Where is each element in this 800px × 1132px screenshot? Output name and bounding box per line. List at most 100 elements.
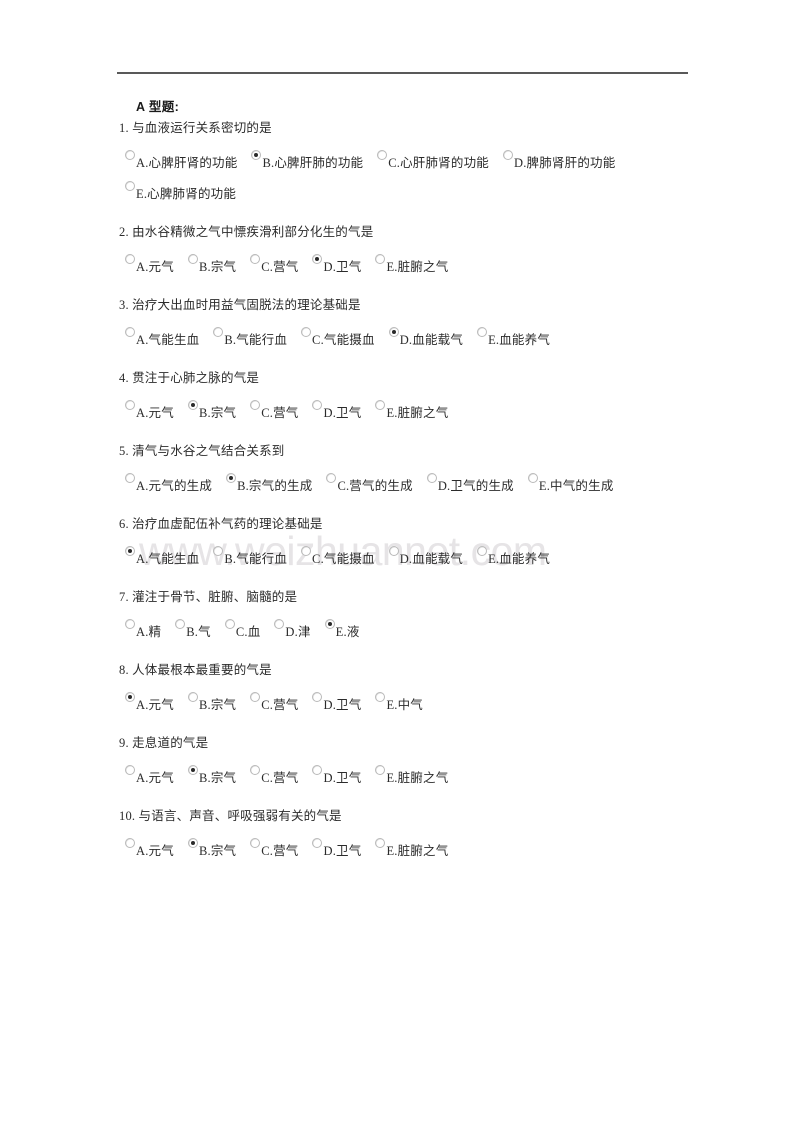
option[interactable]: A.气能生血 bbox=[125, 546, 199, 566]
option[interactable]: A.元气的生成 bbox=[125, 473, 212, 493]
option[interactable]: B.气能行血 bbox=[213, 327, 287, 347]
option-label[interactable]: C.营气 bbox=[261, 406, 298, 420]
radio-button[interactable] bbox=[125, 327, 135, 337]
radio-button[interactable] bbox=[312, 692, 323, 702]
radio-button[interactable] bbox=[375, 400, 386, 410]
radio-button[interactable] bbox=[213, 327, 224, 337]
radio-button-selected[interactable] bbox=[226, 473, 237, 483]
option-label[interactable]: A.心脾肝肾的功能 bbox=[136, 156, 237, 170]
option[interactable]: B.宗气 bbox=[187, 765, 236, 785]
option[interactable]: D.脾肺肾肝的功能 bbox=[502, 150, 615, 170]
option[interactable]: B.宗气的生成 bbox=[226, 473, 312, 493]
radio-button[interactable] bbox=[502, 150, 513, 160]
option-label[interactable]: B.气 bbox=[186, 625, 211, 639]
radio-button-selected[interactable] bbox=[125, 546, 135, 556]
radio-button[interactable] bbox=[187, 254, 198, 264]
radio-button-selected[interactable] bbox=[187, 400, 198, 410]
option[interactable]: D.血能载气 bbox=[388, 546, 463, 566]
option[interactable]: E.中气 bbox=[375, 692, 423, 712]
option[interactable]: E.脏腑之气 bbox=[375, 254, 448, 274]
option-label[interactable]: E.脏腑之气 bbox=[386, 260, 448, 274]
radio-button[interactable] bbox=[125, 765, 135, 775]
option-label[interactable]: B.宗气 bbox=[199, 844, 236, 858]
option-label[interactable]: E.中气 bbox=[386, 698, 423, 712]
option[interactable]: A.元气 bbox=[125, 254, 174, 274]
option-label[interactable]: C.气能摄血 bbox=[312, 552, 375, 566]
option[interactable]: B.气能行血 bbox=[213, 546, 287, 566]
option-label[interactable]: A.气能生血 bbox=[136, 552, 199, 566]
option[interactable]: E.脏腑之气 bbox=[375, 765, 448, 785]
radio-button[interactable] bbox=[250, 838, 261, 848]
option-label[interactable]: C.营气 bbox=[261, 771, 298, 785]
option[interactable]: C.心肝肺肾的功能 bbox=[377, 150, 489, 170]
option-label[interactable]: D.津 bbox=[285, 625, 310, 639]
option-label[interactable]: E.脏腑之气 bbox=[386, 406, 448, 420]
radio-button-selected[interactable] bbox=[187, 765, 198, 775]
option-label[interactable]: E.心脾肺肾的功能 bbox=[136, 187, 236, 201]
option-label[interactable]: B.宗气的生成 bbox=[237, 479, 312, 493]
radio-button[interactable] bbox=[175, 619, 186, 629]
option[interactable]: D.津 bbox=[274, 619, 310, 639]
radio-button[interactable] bbox=[125, 400, 135, 410]
option[interactable]: E.脏腑之气 bbox=[375, 838, 448, 858]
option[interactable]: E.中气的生成 bbox=[527, 473, 614, 493]
option-label[interactable]: D.卫气的生成 bbox=[438, 479, 514, 493]
option-label[interactable]: A.元气 bbox=[136, 260, 174, 274]
option-label[interactable]: D.卫气 bbox=[323, 406, 361, 420]
radio-button[interactable] bbox=[250, 400, 261, 410]
option[interactable]: C.气能摄血 bbox=[301, 546, 375, 566]
radio-button[interactable] bbox=[527, 473, 538, 483]
radio-button[interactable] bbox=[187, 692, 198, 702]
option[interactable]: E.心脾肺肾的功能 bbox=[125, 181, 236, 201]
option-label[interactable]: A.气能生血 bbox=[136, 333, 199, 347]
option-label[interactable]: D.卫气 bbox=[323, 844, 361, 858]
radio-button[interactable] bbox=[224, 619, 235, 629]
option[interactable]: C.血 bbox=[224, 619, 261, 639]
option[interactable]: E.液 bbox=[324, 619, 360, 639]
option-label[interactable]: C.心肝肺肾的功能 bbox=[388, 156, 489, 170]
option[interactable]: E.血能养气 bbox=[477, 546, 550, 566]
option[interactable]: B.气 bbox=[175, 619, 211, 639]
option-label[interactable]: C.营气的生成 bbox=[337, 479, 412, 493]
option-label[interactable]: C.营气 bbox=[261, 260, 298, 274]
option-label[interactable]: E.脏腑之气 bbox=[386, 844, 448, 858]
option-label[interactable]: D.卫气 bbox=[323, 771, 361, 785]
option-label[interactable]: D.卫气 bbox=[323, 260, 361, 274]
radio-button-selected[interactable] bbox=[125, 692, 135, 702]
option-label[interactable]: A.元气 bbox=[136, 771, 174, 785]
radio-button[interactable] bbox=[125, 619, 135, 629]
option[interactable]: D.血能载气 bbox=[388, 327, 463, 347]
option-label[interactable]: B.气能行血 bbox=[224, 333, 287, 347]
option-label[interactable]: E.中气的生成 bbox=[539, 479, 614, 493]
option[interactable]: A.心脾肝肾的功能 bbox=[125, 150, 237, 170]
option[interactable]: A.元气 bbox=[125, 838, 174, 858]
option[interactable]: C.营气 bbox=[250, 692, 298, 712]
option-label[interactable]: A.元气 bbox=[136, 406, 174, 420]
radio-button[interactable] bbox=[125, 181, 135, 191]
radio-button-selected[interactable] bbox=[251, 150, 262, 160]
option[interactable]: B.心脾肝肺的功能 bbox=[251, 150, 363, 170]
radio-button[interactable] bbox=[301, 546, 312, 556]
radio-button[interactable] bbox=[312, 400, 323, 410]
option-label[interactable]: B.宗气 bbox=[199, 406, 236, 420]
option-label[interactable]: D.血能载气 bbox=[400, 333, 463, 347]
radio-button[interactable] bbox=[301, 327, 312, 337]
radio-button[interactable] bbox=[375, 692, 386, 702]
option[interactable]: A.精 bbox=[125, 619, 161, 639]
option-label[interactable]: C.血 bbox=[236, 625, 261, 639]
option[interactable]: D.卫气 bbox=[312, 254, 361, 274]
radio-button[interactable] bbox=[375, 765, 386, 775]
option[interactable]: B.宗气 bbox=[187, 254, 236, 274]
radio-button[interactable] bbox=[250, 254, 261, 264]
radio-button[interactable] bbox=[125, 838, 135, 848]
option[interactable]: B.宗气 bbox=[187, 400, 236, 420]
radio-button[interactable] bbox=[477, 546, 488, 556]
option-label[interactable]: C.营气 bbox=[261, 698, 298, 712]
radio-button[interactable] bbox=[375, 254, 386, 264]
radio-button[interactable] bbox=[125, 150, 135, 160]
option[interactable]: D.卫气的生成 bbox=[426, 473, 514, 493]
radio-button[interactable] bbox=[477, 327, 488, 337]
radio-button[interactable] bbox=[375, 838, 386, 848]
option[interactable]: C.营气 bbox=[250, 838, 298, 858]
option-label[interactable]: B.宗气 bbox=[199, 698, 236, 712]
